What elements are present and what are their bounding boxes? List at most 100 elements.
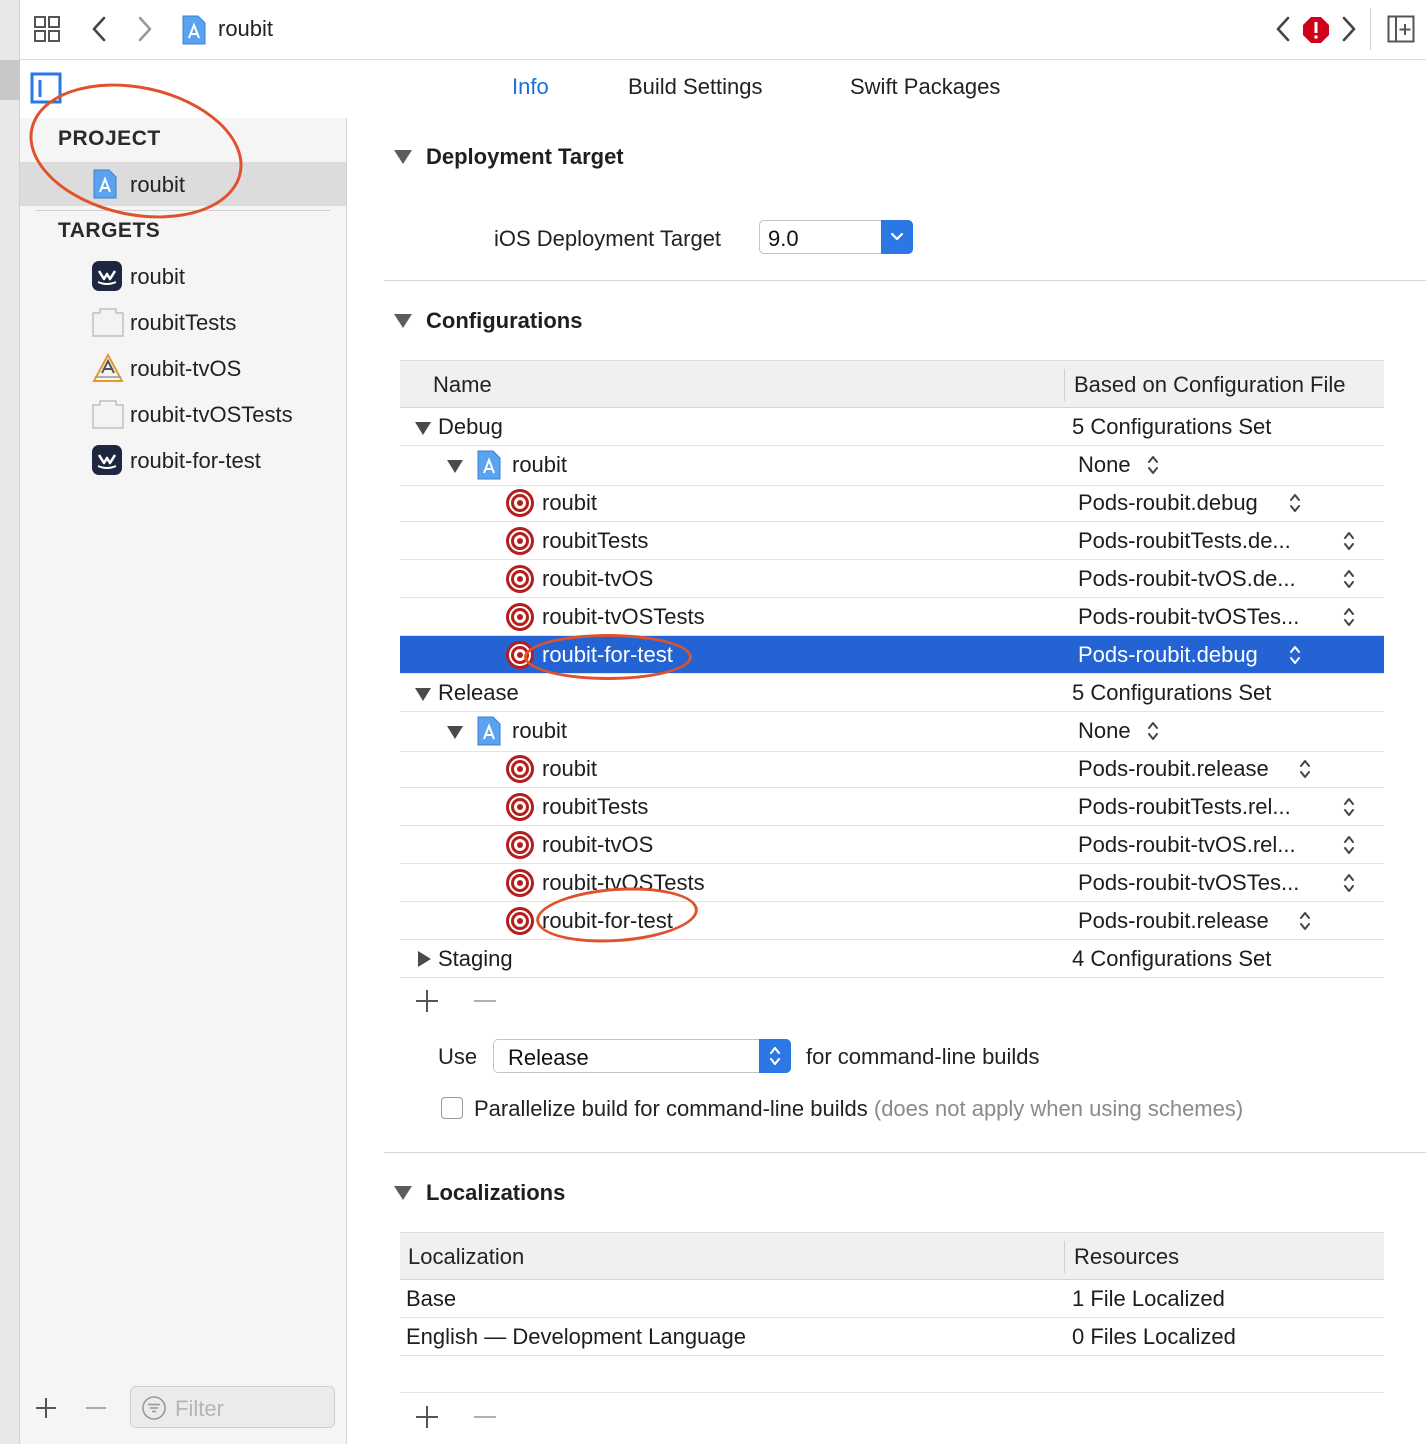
hide-sidebar-icon[interactable] xyxy=(30,72,62,104)
table-row[interactable]: English — Development Language 0 Files L… xyxy=(400,1318,1384,1356)
table-row[interactable]: Staging 4 Configurations Set xyxy=(400,940,1384,978)
column-header-resources[interactable]: Resources xyxy=(1074,1244,1179,1270)
updown-chevron-icon[interactable] xyxy=(1298,758,1312,780)
config-file-value: Pods-roubit.debug xyxy=(1078,490,1258,515)
remove-configuration-icon[interactable] xyxy=(472,988,498,1014)
table-row[interactable]: roubitTests Pods-roubitTests.rel... xyxy=(400,788,1384,826)
config-file-popup[interactable]: Pods-roubit.debug xyxy=(1078,490,1258,516)
config-file-popup[interactable]: Pods-roubit-tvOSTes... xyxy=(1078,604,1299,630)
parallelize-checkbox[interactable] xyxy=(441,1097,463,1119)
column-header-based-on[interactable]: Based on Configuration File xyxy=(1074,372,1346,398)
disclosure-expanded-icon[interactable] xyxy=(415,422,431,435)
updown-chevron-icon[interactable] xyxy=(1342,568,1356,590)
chevron-down-icon[interactable] xyxy=(881,220,913,254)
ios-deployment-target-combobox[interactable]: 9.0 xyxy=(759,220,913,254)
disclosure-triangle-icon[interactable] xyxy=(394,1186,412,1200)
table-row[interactable]: Debug 5 Configurations Set xyxy=(400,408,1384,446)
forward-chevron-icon[interactable] xyxy=(132,14,158,44)
back-chevron-icon[interactable] xyxy=(86,14,112,44)
table-row[interactable]: Release 5 Configurations Set xyxy=(400,674,1384,712)
updown-chevron-icon[interactable] xyxy=(1342,796,1356,818)
sidebar-item-project-roubit[interactable]: roubit xyxy=(20,162,346,206)
config-file-popup[interactable]: Pods-roubit-tvOS.de... xyxy=(1078,566,1296,592)
config-target-name: roubit-for-test xyxy=(542,908,673,933)
next-issue-icon[interactable] xyxy=(1336,14,1362,44)
updown-chevron-icon[interactable] xyxy=(1288,492,1302,514)
updown-chevron-icon[interactable] xyxy=(1146,720,1160,742)
remove-localization-icon[interactable] xyxy=(472,1404,498,1430)
updown-chevron-icon[interactable] xyxy=(1146,454,1160,476)
updown-chevron-icon[interactable] xyxy=(1342,530,1356,552)
config-file-popup[interactable]: Pods-roubit.release xyxy=(1078,908,1269,934)
sidebar-item-target-roubittests[interactable]: roubitTests xyxy=(20,300,346,344)
table-row[interactable]: Base 1 File Localized xyxy=(400,1280,1384,1318)
add-editor-icon[interactable] xyxy=(1386,14,1416,44)
table-header: Localization Resources xyxy=(400,1232,1384,1280)
table-row[interactable]: roubitTests Pods-roubitTests.de... xyxy=(400,522,1384,560)
table-row[interactable]: roubit-for-test Pods-roubit.debug xyxy=(400,636,1384,674)
config-file-value: Pods-roubit.debug xyxy=(1078,642,1258,667)
ios-deployment-target-label: iOS Deployment Target xyxy=(494,226,722,251)
add-target-icon[interactable] xyxy=(34,1396,58,1420)
sidebar-item-target-roubit-tvos[interactable]: roubit-tvOS xyxy=(20,346,346,390)
table-row[interactable]: roubit-for-test Pods-roubit.release xyxy=(400,902,1384,940)
table-row[interactable]: roubit Pods-roubit.debug xyxy=(400,484,1384,522)
table-row[interactable]: roubit Pods-roubit.release xyxy=(400,750,1384,788)
table-row[interactable]: roubit None xyxy=(400,712,1384,752)
tab-info[interactable]: Info xyxy=(512,74,549,100)
updown-chevron-icon[interactable] xyxy=(759,1039,791,1073)
disclosure-triangle-icon[interactable] xyxy=(394,314,412,328)
updown-chevron-icon[interactable] xyxy=(1298,910,1312,932)
configurations-header[interactable]: Configurations xyxy=(394,308,582,334)
column-header-name[interactable]: Name xyxy=(433,372,492,398)
disclosure-expanded-icon[interactable] xyxy=(447,726,463,739)
sidebar-item-target-roubit[interactable]: roubit xyxy=(20,254,346,298)
filter-field[interactable]: Filter xyxy=(130,1386,335,1428)
config-file-popup[interactable]: Pods-roubitTests.rel... xyxy=(1078,794,1291,820)
error-badge-icon[interactable] xyxy=(1300,14,1332,46)
disclosure-expanded-icon[interactable] xyxy=(447,460,463,473)
disclosure-triangle-icon[interactable] xyxy=(394,150,412,164)
column-header-localization[interactable]: Localization xyxy=(408,1244,524,1270)
config-file-popup[interactable]: Pods-roubit-tvOSTes... xyxy=(1078,870,1299,896)
config-file-popup[interactable]: None xyxy=(1078,452,1131,478)
file-name-title[interactable]: roubit xyxy=(218,16,273,42)
table-bottom-rule xyxy=(400,1392,1384,1393)
deployment-target-header[interactable]: Deployment Target xyxy=(394,144,624,170)
config-file-popup[interactable]: Pods-roubit-tvOS.rel... xyxy=(1078,832,1296,858)
previous-issue-icon[interactable] xyxy=(1270,14,1296,44)
disclosure-expanded-icon[interactable] xyxy=(415,688,431,701)
table-row[interactable]: roubit None xyxy=(400,446,1384,486)
config-file-popup[interactable]: None xyxy=(1078,718,1131,744)
sidebar-item-label: roubit xyxy=(130,172,186,197)
table-row[interactable]: roubit-tvOSTests Pods-roubit-tvOSTes... xyxy=(400,598,1384,636)
updown-chevron-icon[interactable] xyxy=(1342,834,1356,856)
table-row[interactable]: roubit-tvOS Pods-roubit-tvOS.de... xyxy=(400,560,1384,598)
localizations-header[interactable]: Localizations xyxy=(394,1180,565,1206)
table-row[interactable]: roubit-tvOSTests Pods-roubit-tvOSTes... xyxy=(400,864,1384,902)
config-file-popup[interactable]: Pods-roubitTests.de... xyxy=(1078,528,1291,554)
related-items-icon[interactable] xyxy=(32,14,62,44)
config-group-count: 5 Configurations Set xyxy=(1072,680,1272,705)
command-line-config-popup[interactable]: Release xyxy=(493,1039,791,1073)
config-file-value: None xyxy=(1078,452,1131,477)
table-row[interactable]: roubit-tvOS Pods-roubit-tvOS.rel... xyxy=(400,826,1384,864)
filter-placeholder: Filter xyxy=(175,1396,224,1421)
add-configuration-icon[interactable] xyxy=(414,988,440,1014)
tab-swift-packages[interactable]: Swift Packages xyxy=(850,74,1000,100)
config-file-popup[interactable]: Pods-roubit.debug xyxy=(1078,642,1258,668)
config-file-popup[interactable]: Pods-roubit.release xyxy=(1078,756,1269,782)
sidebar-item-target-roubit-for-test[interactable]: roubit-for-test xyxy=(20,438,346,482)
parallelize-label[interactable]: Parallelize build for command-line build… xyxy=(474,1096,1243,1122)
sidebar-item-target-roubit-tvostests[interactable]: roubit-tvOSTests xyxy=(20,392,346,436)
updown-chevron-icon[interactable] xyxy=(1288,644,1302,666)
sidebar-item-label: roubit-tvOS xyxy=(130,356,242,381)
tab-build-settings[interactable]: Build Settings xyxy=(628,74,763,100)
remove-target-icon[interactable] xyxy=(84,1396,108,1420)
disclosure-collapsed-icon[interactable] xyxy=(418,951,431,967)
test-bundle-icon xyxy=(92,307,124,337)
updown-chevron-icon[interactable] xyxy=(1342,872,1356,894)
edge-marker xyxy=(0,60,20,100)
add-localization-icon[interactable] xyxy=(414,1404,440,1430)
updown-chevron-icon[interactable] xyxy=(1342,606,1356,628)
